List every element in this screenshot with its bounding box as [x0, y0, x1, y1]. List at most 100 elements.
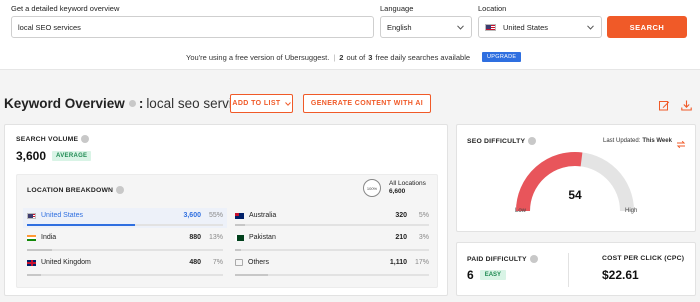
search-volume-value-row: 3,600 AVERAGE	[16, 149, 92, 163]
chevron-down-icon	[456, 23, 465, 32]
gauge-fill	[516, 152, 583, 212]
search-volume-card: SEARCH VOLUME 3,600 AVERAGE LOCATION BRE…	[4, 124, 448, 296]
notice-text: You're using a free version of Ubersugge…	[186, 52, 330, 62]
paid-difficulty-value-row: 6 EASY	[467, 268, 507, 282]
cpc-label: COST PER CLICK (CPC)	[602, 255, 685, 262]
title-separator: :	[138, 96, 144, 111]
upgrade-button[interactable]: UPGRADE	[482, 52, 522, 62]
searches-used: 2	[339, 52, 344, 62]
free-version-notice: You're using a free version of Ubersugge…	[186, 52, 522, 62]
location-row-pakistan[interactable]: Pakistan 210 3%	[231, 228, 433, 253]
location-count: 320	[395, 212, 407, 219]
india-flag-icon	[27, 234, 36, 241]
australia-flag-icon	[235, 212, 244, 219]
seo-difficulty-gauge	[516, 152, 634, 212]
divider	[568, 253, 569, 287]
search-volume-value: 3,600	[16, 149, 47, 163]
pakistan-flag-icon	[235, 234, 244, 241]
location-breakdown-panel: LOCATION BREAKDOWN 100% All Locations 6,…	[16, 174, 438, 288]
share-bar-fill	[235, 249, 241, 251]
location-pct: 3%	[418, 234, 429, 241]
info-icon[interactable]	[128, 100, 136, 107]
all-locations-pct: 100%	[366, 185, 378, 191]
share-bar	[235, 249, 429, 251]
share-bar-fill	[27, 274, 41, 276]
keyword-input[interactable]: local SEO services	[11, 16, 374, 38]
location-count: 1,110	[389, 259, 407, 266]
seo-difficulty-header: SEO DIFFICULTY	[467, 137, 537, 145]
add-to-list-label: ADD TO LIST	[232, 100, 281, 107]
paid-difficulty-header: PAID DIFFICULTY	[467, 255, 538, 263]
location-row-india[interactable]: India 880 13%	[23, 228, 227, 253]
location-name: United Kingdom	[41, 259, 91, 266]
paid-difficulty-value: 6	[467, 268, 474, 282]
chevron-down-icon	[284, 101, 291, 106]
location-count: 480	[189, 259, 201, 266]
all-locations-ring: 100%	[363, 179, 381, 197]
language-select-value: English	[387, 22, 412, 32]
uk-flag-icon	[27, 259, 36, 266]
location-list-left: United States 3,600 55% India 880 13% Un…	[23, 208, 227, 278]
seo-difficulty-label: SEO DIFFICULTY	[467, 137, 526, 145]
last-updated: Last Updated: This Week	[603, 138, 672, 144]
share-bar-fill	[27, 249, 53, 251]
flag-outline-icon	[235, 259, 243, 266]
paid-metrics-card: PAID DIFFICULTY 6 EASY COST PER CLICK (C…	[456, 242, 696, 296]
out-of-text: out of	[346, 52, 366, 62]
info-icon[interactable]	[116, 186, 125, 194]
location-breakdown-header: LOCATION BREAKDOWN	[27, 186, 125, 194]
search-panel: Get a detailed keyword overview local SE…	[0, 0, 700, 70]
all-locations-value: 6,600	[389, 188, 406, 195]
all-locations-label: All Locations	[389, 180, 426, 187]
us-flag-icon	[27, 212, 36, 219]
keyword-label: Get a detailed keyword overview	[11, 4, 120, 13]
share-bar	[235, 224, 429, 226]
edit-icon[interactable]	[659, 98, 670, 116]
location-count: 880	[189, 234, 201, 241]
share-bar	[27, 274, 223, 276]
cpc-value: $22.61	[602, 268, 639, 282]
info-icon[interactable]	[529, 255, 538, 263]
page-title: Keyword Overview : local seo services	[4, 96, 253, 111]
add-to-list-button[interactable]: ADD TO LIST	[230, 94, 293, 113]
refresh-icon[interactable]	[676, 136, 686, 154]
location-select[interactable]: United States	[478, 16, 602, 38]
location-breakdown-label: LOCATION BREAKDOWN	[27, 186, 114, 194]
location-pct: 5%	[418, 212, 429, 219]
location-row-united-states[interactable]: United States 3,600 55%	[23, 208, 227, 228]
share-bar-fill	[235, 274, 268, 276]
all-locations[interactable]: All Locations 6,600	[389, 180, 426, 196]
seo-difficulty-value: 54	[568, 188, 582, 202]
generate-content-button[interactable]: GENERATE CONTENT WITH AI	[303, 94, 431, 113]
gauge-low-label: Low	[515, 208, 527, 214]
search-volume-header: SEARCH VOLUME	[16, 135, 90, 143]
location-pct: 13%	[208, 234, 223, 241]
searches-total: 3	[368, 52, 373, 62]
location-select-value: United States	[503, 22, 549, 32]
search-volume-label: SEARCH VOLUME	[16, 135, 79, 143]
location-name: Pakistan	[249, 234, 276, 241]
page-title-text: Keyword Overview	[4, 96, 125, 111]
share-bar	[27, 249, 223, 251]
chevron-down-icon	[586, 23, 595, 32]
location-row-united-kingdom[interactable]: United Kingdom 480 7%	[23, 253, 227, 278]
info-icon[interactable]	[81, 135, 90, 143]
paid-difficulty-label: PAID DIFFICULTY	[467, 255, 527, 263]
share-bar	[27, 224, 223, 226]
download-icon[interactable]	[681, 98, 692, 116]
location-name: Australia	[249, 212, 277, 219]
last-updated-value: This Week	[642, 138, 672, 144]
language-select[interactable]: English	[380, 16, 472, 38]
location-row-australia[interactable]: Australia 320 5%	[231, 208, 433, 228]
easy-badge: EASY	[479, 270, 507, 280]
us-flag-icon	[485, 23, 496, 31]
share-bar	[235, 274, 429, 276]
gauge-high-label: High	[625, 208, 638, 214]
info-icon[interactable]	[528, 137, 537, 145]
share-bar-fill	[235, 224, 245, 226]
location-row-others[interactable]: Others 1,110 17%	[231, 253, 433, 278]
location-list-right: Australia 320 5% Pakistan 210 3% Others …	[231, 208, 433, 278]
searches-remaining-text: free daily searches available	[375, 52, 471, 62]
location-name: United States	[41, 212, 84, 219]
search-button[interactable]: SEARCH	[607, 16, 687, 38]
